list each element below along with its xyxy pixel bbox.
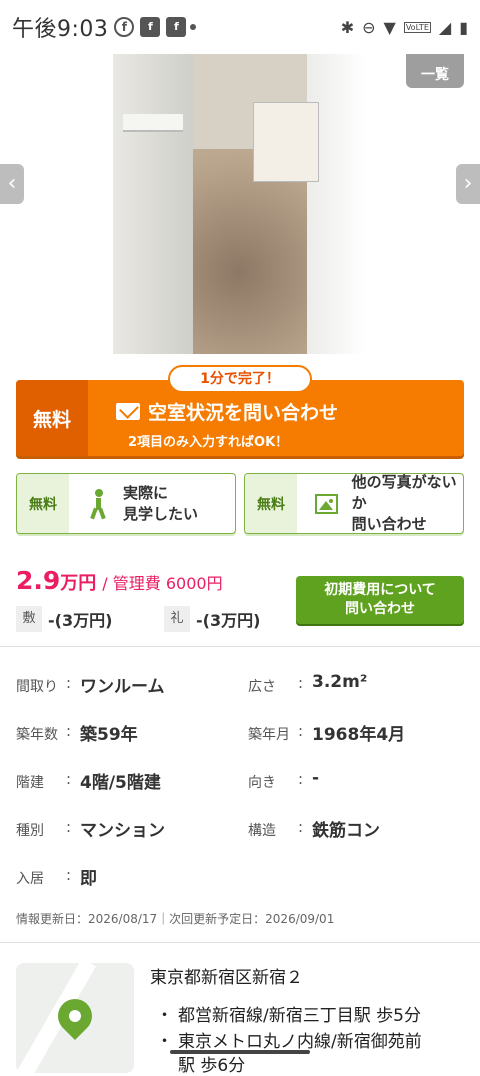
spec-label: 階建 bbox=[16, 775, 44, 791]
notification-icon: f bbox=[140, 17, 161, 37]
station-item: ・都営新宿線/新宿三丁目駅 歩5分 bbox=[156, 1006, 421, 1026]
rent-price: 2.9 万円 / 管理費 6000円 bbox=[16, 566, 223, 595]
key-money-tag: 礼 bbox=[164, 606, 190, 632]
do-not-disturb-icon: ⊖ bbox=[362, 17, 376, 37]
deposit-tag: 敷 bbox=[16, 606, 42, 632]
spec-label: 築年数 bbox=[16, 727, 58, 743]
mail-icon bbox=[116, 403, 140, 420]
cta-subtitle: 2項目のみ入力すればOK！ bbox=[128, 435, 289, 450]
update-info: 情報更新日：2026/08/17｜次回更新予定日：2026/09/01 bbox=[16, 912, 335, 926]
battery-icon: ▮ bbox=[459, 17, 468, 37]
notification-icon: f bbox=[166, 17, 187, 37]
address: 東京都新宿区新宿２ bbox=[150, 968, 303, 988]
wifi-icon: ▼ bbox=[383, 17, 396, 37]
station-item: ・東京メトロ丸ノ内線/新宿御苑前 bbox=[156, 1032, 422, 1052]
photo-list-label: 一覧 bbox=[421, 67, 449, 83]
image-icon bbox=[315, 493, 338, 514]
divider bbox=[0, 646, 480, 647]
spec-value: 築59年 bbox=[80, 725, 138, 745]
status-icons: ✱ ⊖ ▼ VoLTE ◢ ▮ bbox=[341, 18, 468, 37]
spec-label: 種別 bbox=[16, 823, 44, 839]
spec-value: 3.2m² bbox=[312, 672, 368, 692]
map-thumbnail[interactable] bbox=[16, 963, 134, 1073]
key-money-value: -(3万円) bbox=[196, 611, 261, 630]
management-fee: / 管理費 6000円 bbox=[102, 574, 223, 593]
photos-label-line2: 問い合わせ bbox=[351, 515, 427, 533]
next-photo-button[interactable]: › bbox=[456, 164, 480, 204]
lte-icon: VoLTE bbox=[403, 21, 431, 33]
divider bbox=[0, 942, 480, 943]
bluetooth-icon: ✱ bbox=[340, 17, 355, 37]
quick-badge: 1分で完了！ bbox=[168, 365, 312, 393]
spec-value: 1968年4月 bbox=[312, 725, 406, 745]
spec-value: 即 bbox=[80, 869, 97, 889]
key-money: 礼 -(3万円) bbox=[164, 606, 260, 632]
more-notifications-icon bbox=[190, 24, 197, 30]
free-label: 無料 bbox=[245, 474, 297, 533]
spec-value: ワンルーム bbox=[80, 677, 165, 697]
spec-row: 入居 : 即 bbox=[16, 866, 97, 889]
spec-row: 築年数 : 築59年 築年月 : 1968年4月 bbox=[16, 722, 406, 745]
room-photo[interactable] bbox=[113, 54, 367, 354]
station-text: 都営新宿線/新宿三丁目駅 歩5分 bbox=[178, 1006, 421, 1026]
spec-label: 構造 bbox=[248, 823, 276, 839]
spec-row: 間取り : ワンルーム 広さ : 3.2m² bbox=[16, 672, 368, 697]
rent-unit: 万円 bbox=[60, 573, 97, 594]
status-bar: 午後9:03 f f f ✱ ⊖ ▼ VoLTE ◢ ▮ bbox=[0, 0, 480, 54]
spec-value: - bbox=[312, 768, 320, 788]
spec-value: 4階/5階建 bbox=[80, 773, 161, 793]
deposit: 敷 -(3万円) bbox=[16, 606, 112, 632]
initial-cost-line2: 問い合わせ bbox=[345, 601, 415, 617]
station-text: 駅 歩6分 bbox=[178, 1056, 246, 1076]
spec-label: 築年月 bbox=[248, 727, 290, 743]
photos-label-line1: 他の写真がないか bbox=[351, 473, 457, 512]
free-label: 無料 bbox=[17, 474, 69, 533]
spec-label: 間取り bbox=[16, 679, 58, 695]
free-label: 無料 bbox=[16, 380, 88, 456]
spec-row: 種別 : マンション 構造 : 鉄筋コン bbox=[16, 818, 380, 841]
more-photos-button[interactable]: 無料 他の写真がないか 問い合わせ bbox=[244, 473, 464, 534]
status-time: 午後9:03 bbox=[12, 17, 109, 42]
photo-gallery[interactable]: ‹ › 一覧 bbox=[0, 54, 480, 354]
photo-list-button[interactable]: 一覧 bbox=[406, 54, 464, 88]
home-indicator bbox=[170, 1050, 310, 1054]
deposit-value: -(3万円) bbox=[48, 611, 113, 630]
initial-cost-inquiry-button[interactable]: 初期費用について 問い合わせ bbox=[296, 576, 464, 624]
walk-icon bbox=[87, 488, 109, 519]
rent-amount: 2.9 bbox=[16, 566, 61, 595]
visit-label-line2: 見学したい bbox=[123, 504, 199, 523]
station-item: 駅 歩6分 bbox=[156, 1051, 245, 1076]
spec-row: 階建 : 4階/5階建 向き : - bbox=[16, 768, 320, 793]
spec-label: 向き bbox=[248, 775, 276, 791]
spec-label: 入居 bbox=[16, 871, 44, 887]
visit-request-button[interactable]: 無料 実際に 見学したい bbox=[16, 473, 236, 534]
spec-value: 鉄筋コン bbox=[312, 821, 380, 841]
station-text: 東京メトロ丸ノ内線/新宿御苑前 bbox=[178, 1032, 422, 1052]
initial-cost-line1: 初期費用について bbox=[324, 582, 436, 598]
facebook-icon: f bbox=[114, 17, 135, 37]
cta-title: 空室状況を問い合わせ bbox=[148, 402, 339, 424]
prev-photo-button[interactable]: ‹ bbox=[0, 164, 24, 204]
spec-value: マンション bbox=[80, 821, 165, 841]
spec-label: 広さ bbox=[248, 679, 276, 695]
visit-label-line1: 実際に bbox=[123, 483, 169, 502]
signal-icon: ◢ bbox=[438, 17, 452, 37]
